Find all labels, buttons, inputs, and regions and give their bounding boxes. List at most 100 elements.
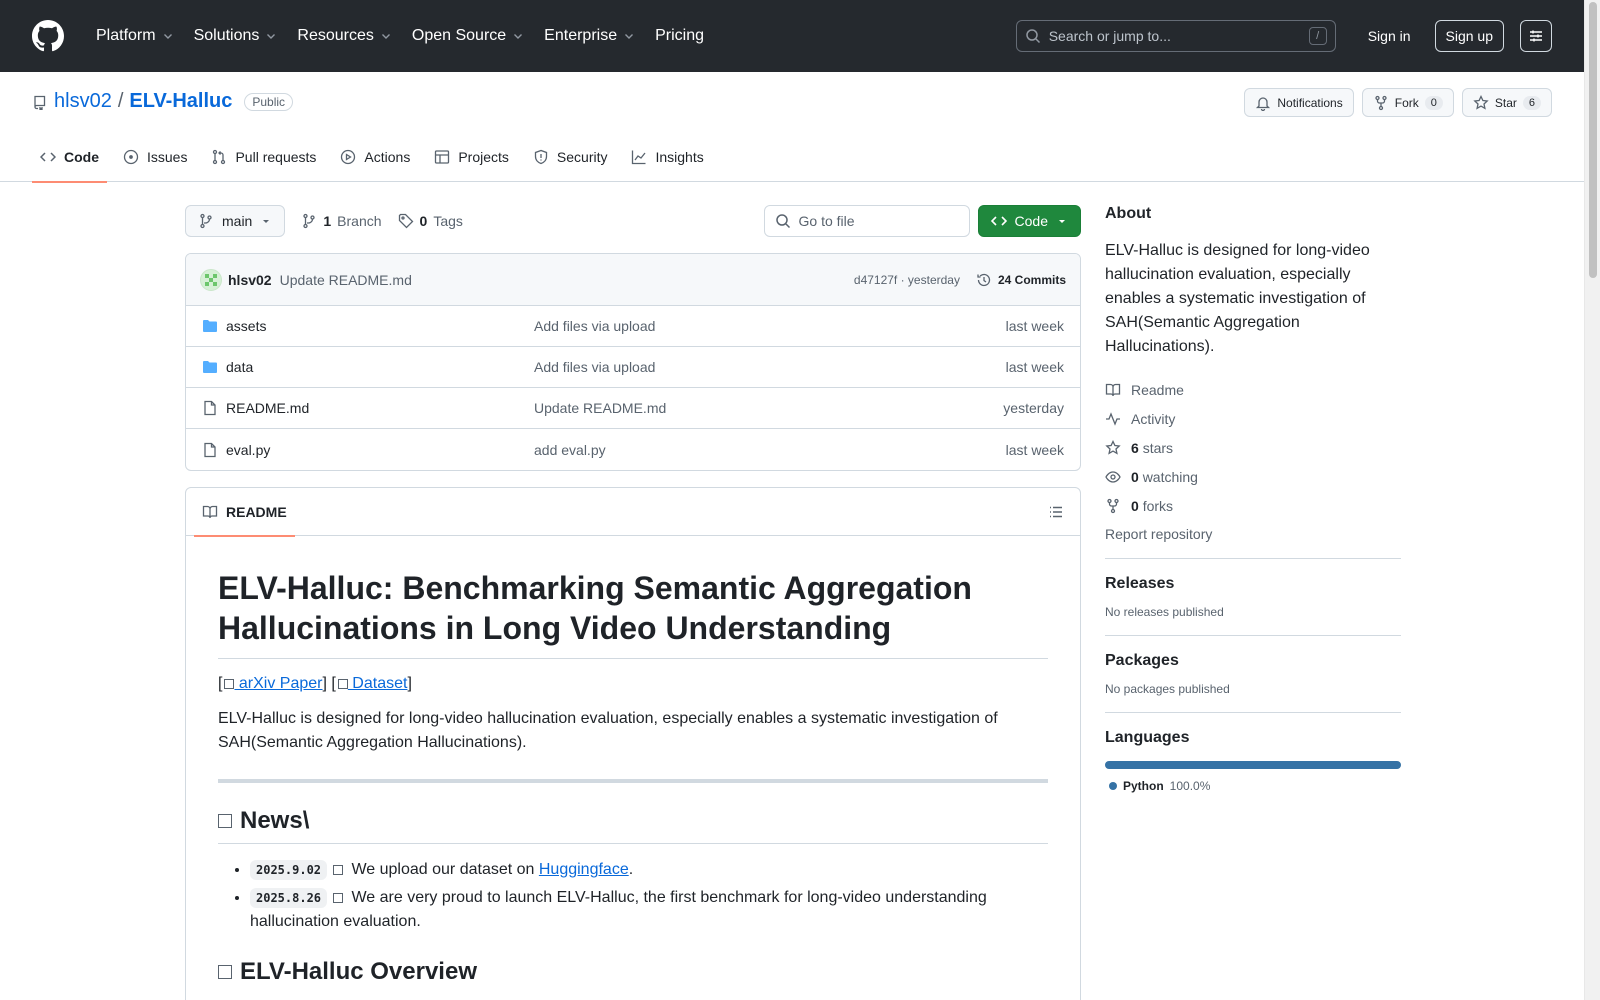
news-date: 2025.9.02 (250, 860, 328, 880)
file-row[interactable]: data Add files via upload last week (186, 347, 1080, 388)
shield-icon (534, 149, 548, 165)
sign-up-button[interactable]: Sign up (1434, 20, 1504, 52)
language-item[interactable]: Python 100.0% (1105, 779, 1401, 793)
pull-request-icon (213, 149, 226, 165)
table-icon (435, 150, 450, 164)
emoji-placeholder-icon (218, 965, 232, 979)
file-name[interactable]: data (226, 359, 253, 375)
divider (1105, 712, 1401, 713)
tab-projects[interactable]: Projects (426, 132, 517, 182)
file-commit-time: last week (1005, 441, 1064, 458)
branch-select-button[interactable]: main (185, 205, 286, 237)
arxiv-paper-link[interactable]: arXiv Paper (234, 675, 323, 692)
news-date: 2025.8.26 (250, 888, 328, 908)
tab-security[interactable]: Security (525, 132, 616, 182)
releases-heading[interactable]: Releases (1105, 575, 1401, 593)
language-color-dot (1109, 782, 1117, 790)
pulse-icon (1106, 411, 1120, 426)
tab-pull-requests[interactable]: Pull requests (203, 132, 324, 182)
releases-empty-text: No releases published (1105, 605, 1224, 619)
divider (1105, 635, 1401, 636)
scrollbar-thumb[interactable] (1589, 2, 1597, 278)
emoji-placeholder-icon (333, 892, 344, 903)
branches-link[interactable]: 1 Branch (301, 213, 382, 229)
go-to-file-input[interactable]: Go to file (763, 205, 970, 237)
news-text: We are very proud to launch ELV-Halluc, … (250, 889, 987, 930)
file-commit-message[interactable]: add eval.py (534, 442, 1006, 458)
nav-pricing[interactable]: Pricing (647, 19, 712, 53)
packages-heading[interactable]: Packages (1105, 652, 1401, 670)
scrollbar[interactable] (1584, 0, 1600, 1000)
nav-enterprise[interactable]: Enterprise (536, 19, 643, 53)
bell-icon (1256, 96, 1271, 111)
tab-code[interactable]: Code (32, 132, 107, 183)
readme-content: ELV-Halluc: Benchmarking Semantic Aggreg… (186, 536, 1080, 1000)
watching-count: 0 (1131, 468, 1139, 485)
list-outline-icon[interactable] (1048, 504, 1064, 520)
file-commit-time: last week (1005, 318, 1064, 334)
nav-open-source[interactable]: Open Source (404, 19, 532, 53)
news-text-end: . (628, 861, 634, 878)
fork-button[interactable]: Fork 0 (1361, 88, 1454, 117)
readme-link-label: Readme (1131, 381, 1184, 398)
identicon-icon (205, 273, 217, 286)
file-commit-message[interactable]: Add files via upload (534, 318, 1006, 334)
search-input[interactable]: Search or jump to... / (1015, 20, 1336, 52)
file-commit-time: last week (1005, 359, 1064, 375)
code-button[interactable]: Code (977, 205, 1081, 237)
file-name[interactable]: README.md (226, 400, 309, 416)
readme-links: [ arXiv Paper] [ Dataset] (218, 675, 1048, 693)
history-icon (977, 273, 991, 286)
news-text: We upload our dataset on (347, 861, 539, 878)
watching-link[interactable]: 0 watching (1105, 462, 1401, 491)
notifications-button[interactable]: Notifications (1244, 88, 1354, 117)
folder-icon (203, 361, 217, 373)
tab-projects-label: Projects (458, 149, 509, 165)
forks-link[interactable]: 0 forks (1105, 491, 1401, 520)
menu-button[interactable] (1520, 20, 1552, 52)
avatar[interactable] (200, 268, 222, 291)
news-list: 2025.9.02 We upload our dataset on Huggi… (218, 858, 1048, 934)
file-commit-message[interactable]: Update README.md (534, 400, 1003, 416)
dataset-link[interactable]: Dataset (348, 675, 407, 692)
commit-message-link[interactable]: Update README.md (280, 272, 412, 288)
activity-link-label: Activity (1131, 410, 1176, 427)
github-logo-icon[interactable] (32, 20, 64, 52)
tab-readme[interactable]: README (194, 488, 295, 537)
file-commit-message[interactable]: Add files via upload (534, 359, 1006, 375)
report-repository-link[interactable]: Report repository (1105, 526, 1401, 542)
sign-in-link[interactable]: Sign in (1360, 22, 1419, 50)
language-bar (1105, 761, 1401, 769)
branch-count-label: Branch (337, 213, 382, 229)
file-row[interactable]: eval.py add eval.py last week (186, 429, 1080, 470)
star-button[interactable]: Star 6 (1461, 88, 1552, 117)
activity-link[interactable]: Activity (1105, 404, 1401, 433)
file-name[interactable]: assets (226, 318, 266, 334)
tab-insights-label: Insights (655, 149, 704, 165)
nav-resources[interactable]: Resources (289, 19, 399, 53)
file-name[interactable]: eval.py (226, 442, 270, 458)
tags-link[interactable]: 0 Tags (398, 213, 463, 229)
file-icon (204, 442, 216, 457)
huggingface-link[interactable]: Huggingface (539, 861, 629, 878)
nav-platform[interactable]: Platform (88, 19, 182, 53)
eye-icon (1105, 470, 1121, 483)
repo-owner-link[interactable]: hlsv02 (54, 90, 112, 113)
forks-label: forks (1142, 497, 1174, 514)
commit-hash-time[interactable]: d47127f · yesterday (854, 273, 960, 287)
repo-name-link[interactable]: ELV-Halluc (129, 90, 232, 113)
nav-solutions[interactable]: Solutions (186, 19, 286, 53)
tab-insights[interactable]: Insights (623, 132, 711, 182)
divider (218, 779, 1048, 783)
commit-author-link[interactable]: hlsv02 (228, 272, 272, 288)
stars-link[interactable]: 6 stars (1105, 433, 1401, 462)
file-row[interactable]: assets Add files via upload last week (186, 306, 1080, 347)
tab-pull-requests-label: Pull requests (235, 149, 317, 165)
readme-link[interactable]: Readme (1105, 375, 1401, 404)
nav-open-source-label: Open Source (411, 27, 507, 44)
branch-icon (200, 213, 212, 229)
commits-history-link[interactable]: 24 Commits (976, 272, 1066, 288)
tab-issues[interactable]: Issues (115, 132, 195, 182)
file-row[interactable]: README.md Update README.md yesterday (186, 388, 1080, 429)
tab-actions[interactable]: Actions (332, 132, 418, 182)
